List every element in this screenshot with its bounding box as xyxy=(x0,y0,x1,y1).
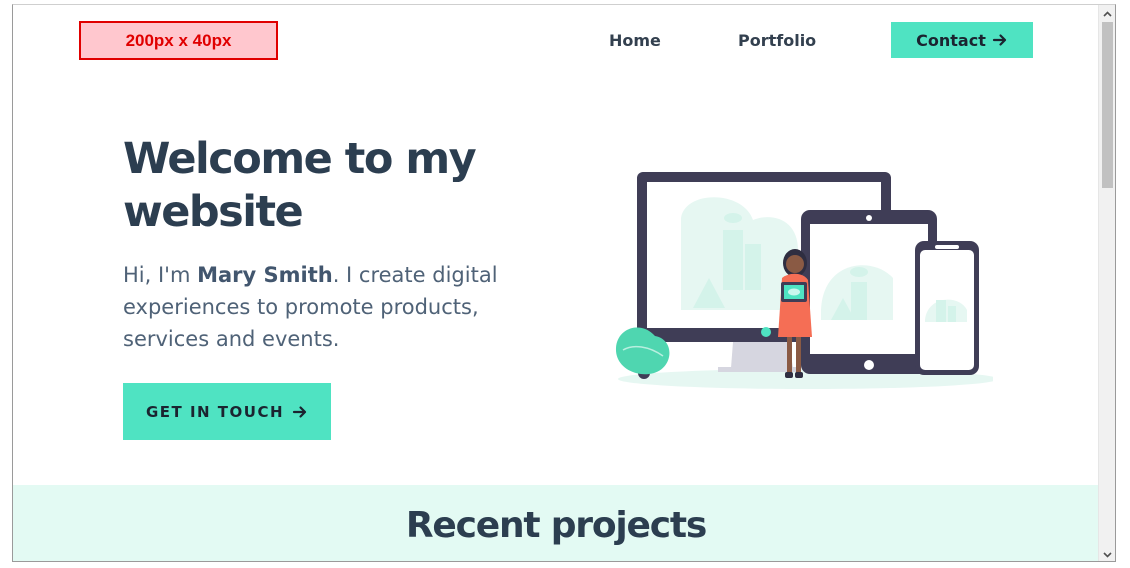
logo-placeholder-label: 200px x 40px xyxy=(125,30,232,50)
hero-title-line-1: Welcome to my xyxy=(123,134,477,184)
hero-title: Welcome to my website xyxy=(123,133,523,239)
get-in-touch-button[interactable]: GET IN TOUCH xyxy=(123,383,331,440)
chevron-down-icon xyxy=(1103,551,1112,558)
page-viewport: 200px x 40px Home Portfolio Contact Welc… xyxy=(13,5,1099,561)
devices-illustration xyxy=(615,172,993,389)
contact-button[interactable]: Contact xyxy=(891,22,1033,58)
vertical-scrollbar[interactable] xyxy=(1098,5,1115,561)
scroll-up-arrow[interactable] xyxy=(1099,5,1115,22)
chevron-up-icon xyxy=(1103,10,1112,17)
contact-button-label: Contact xyxy=(916,30,986,50)
hero-intro: Hi, I'm Mary Smith. I create digital exp… xyxy=(123,259,543,355)
browser-window: 200px x 40px Home Portfolio Contact Welc… xyxy=(12,4,1116,562)
get-in-touch-label: GET IN TOUCH xyxy=(145,402,285,421)
logo-placeholder[interactable]: 200px x 40px xyxy=(79,21,278,60)
nav-link-home[interactable]: Home xyxy=(609,31,661,50)
recent-projects-section: Recent projects xyxy=(13,485,1099,561)
hero-intro-prefix: Hi, I'm xyxy=(123,263,198,287)
recent-projects-title: Recent projects xyxy=(405,505,707,546)
hero-intro-name: Mary Smith xyxy=(197,263,333,287)
scroll-down-arrow[interactable] xyxy=(1099,546,1115,561)
phone-icon xyxy=(915,241,979,375)
nav-link-portfolio[interactable]: Portfolio xyxy=(738,31,816,50)
decorative-dot xyxy=(761,327,771,337)
arrow-right-icon xyxy=(292,405,307,418)
hero-title-line-2: website xyxy=(123,187,304,237)
scrollbar-thumb[interactable] xyxy=(1102,22,1113,188)
arrow-right-icon xyxy=(992,34,1006,46)
